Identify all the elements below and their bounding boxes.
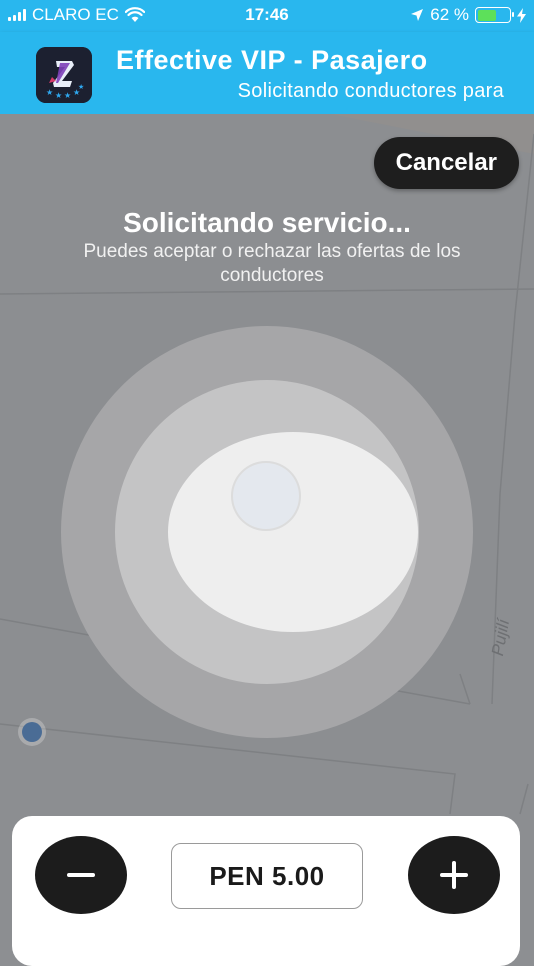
battery-percent: 62 % [430,5,469,24]
app-title: Effective VIP - Pasajero [116,45,428,75]
increase-fare-button[interactable] [408,836,500,914]
location-arrow-icon [411,9,424,21]
status-bar: CLARO EC 17:46 62 % [0,0,534,32]
decrease-fare-button[interactable] [35,836,127,914]
app-header: ★ ★ ★ ★ ★ Effective VIP - Pasajero Solic… [0,32,534,114]
cancel-button[interactable]: Cancelar [373,137,519,189]
minus-icon [67,873,95,877]
battery-fill [477,9,497,21]
charging-bolt-icon [517,7,526,23]
radar-inner-ring [168,432,418,632]
radar-center-pulse [231,461,301,531]
status-right: 62 % [410,5,526,25]
svg-text:★: ★ [55,91,62,100]
plus-icon [440,861,468,889]
svg-text:★: ★ [64,91,71,100]
requesting-title: Solicitando servicio... [123,207,411,238]
requesting-subtitle: Puedes aceptar o rechazar las ofertas de… [83,241,461,286]
current-location-marker[interactable] [18,718,46,746]
battery-icon [475,7,514,23]
svg-text:★: ★ [78,83,84,91]
app-subtitle: Solicitando conductores para [237,80,504,102]
svg-text:★: ★ [46,88,53,97]
fare-value[interactable]: PEN 5.00 [171,843,363,909]
app-logo-icon: ★ ★ ★ ★ ★ [36,47,92,103]
